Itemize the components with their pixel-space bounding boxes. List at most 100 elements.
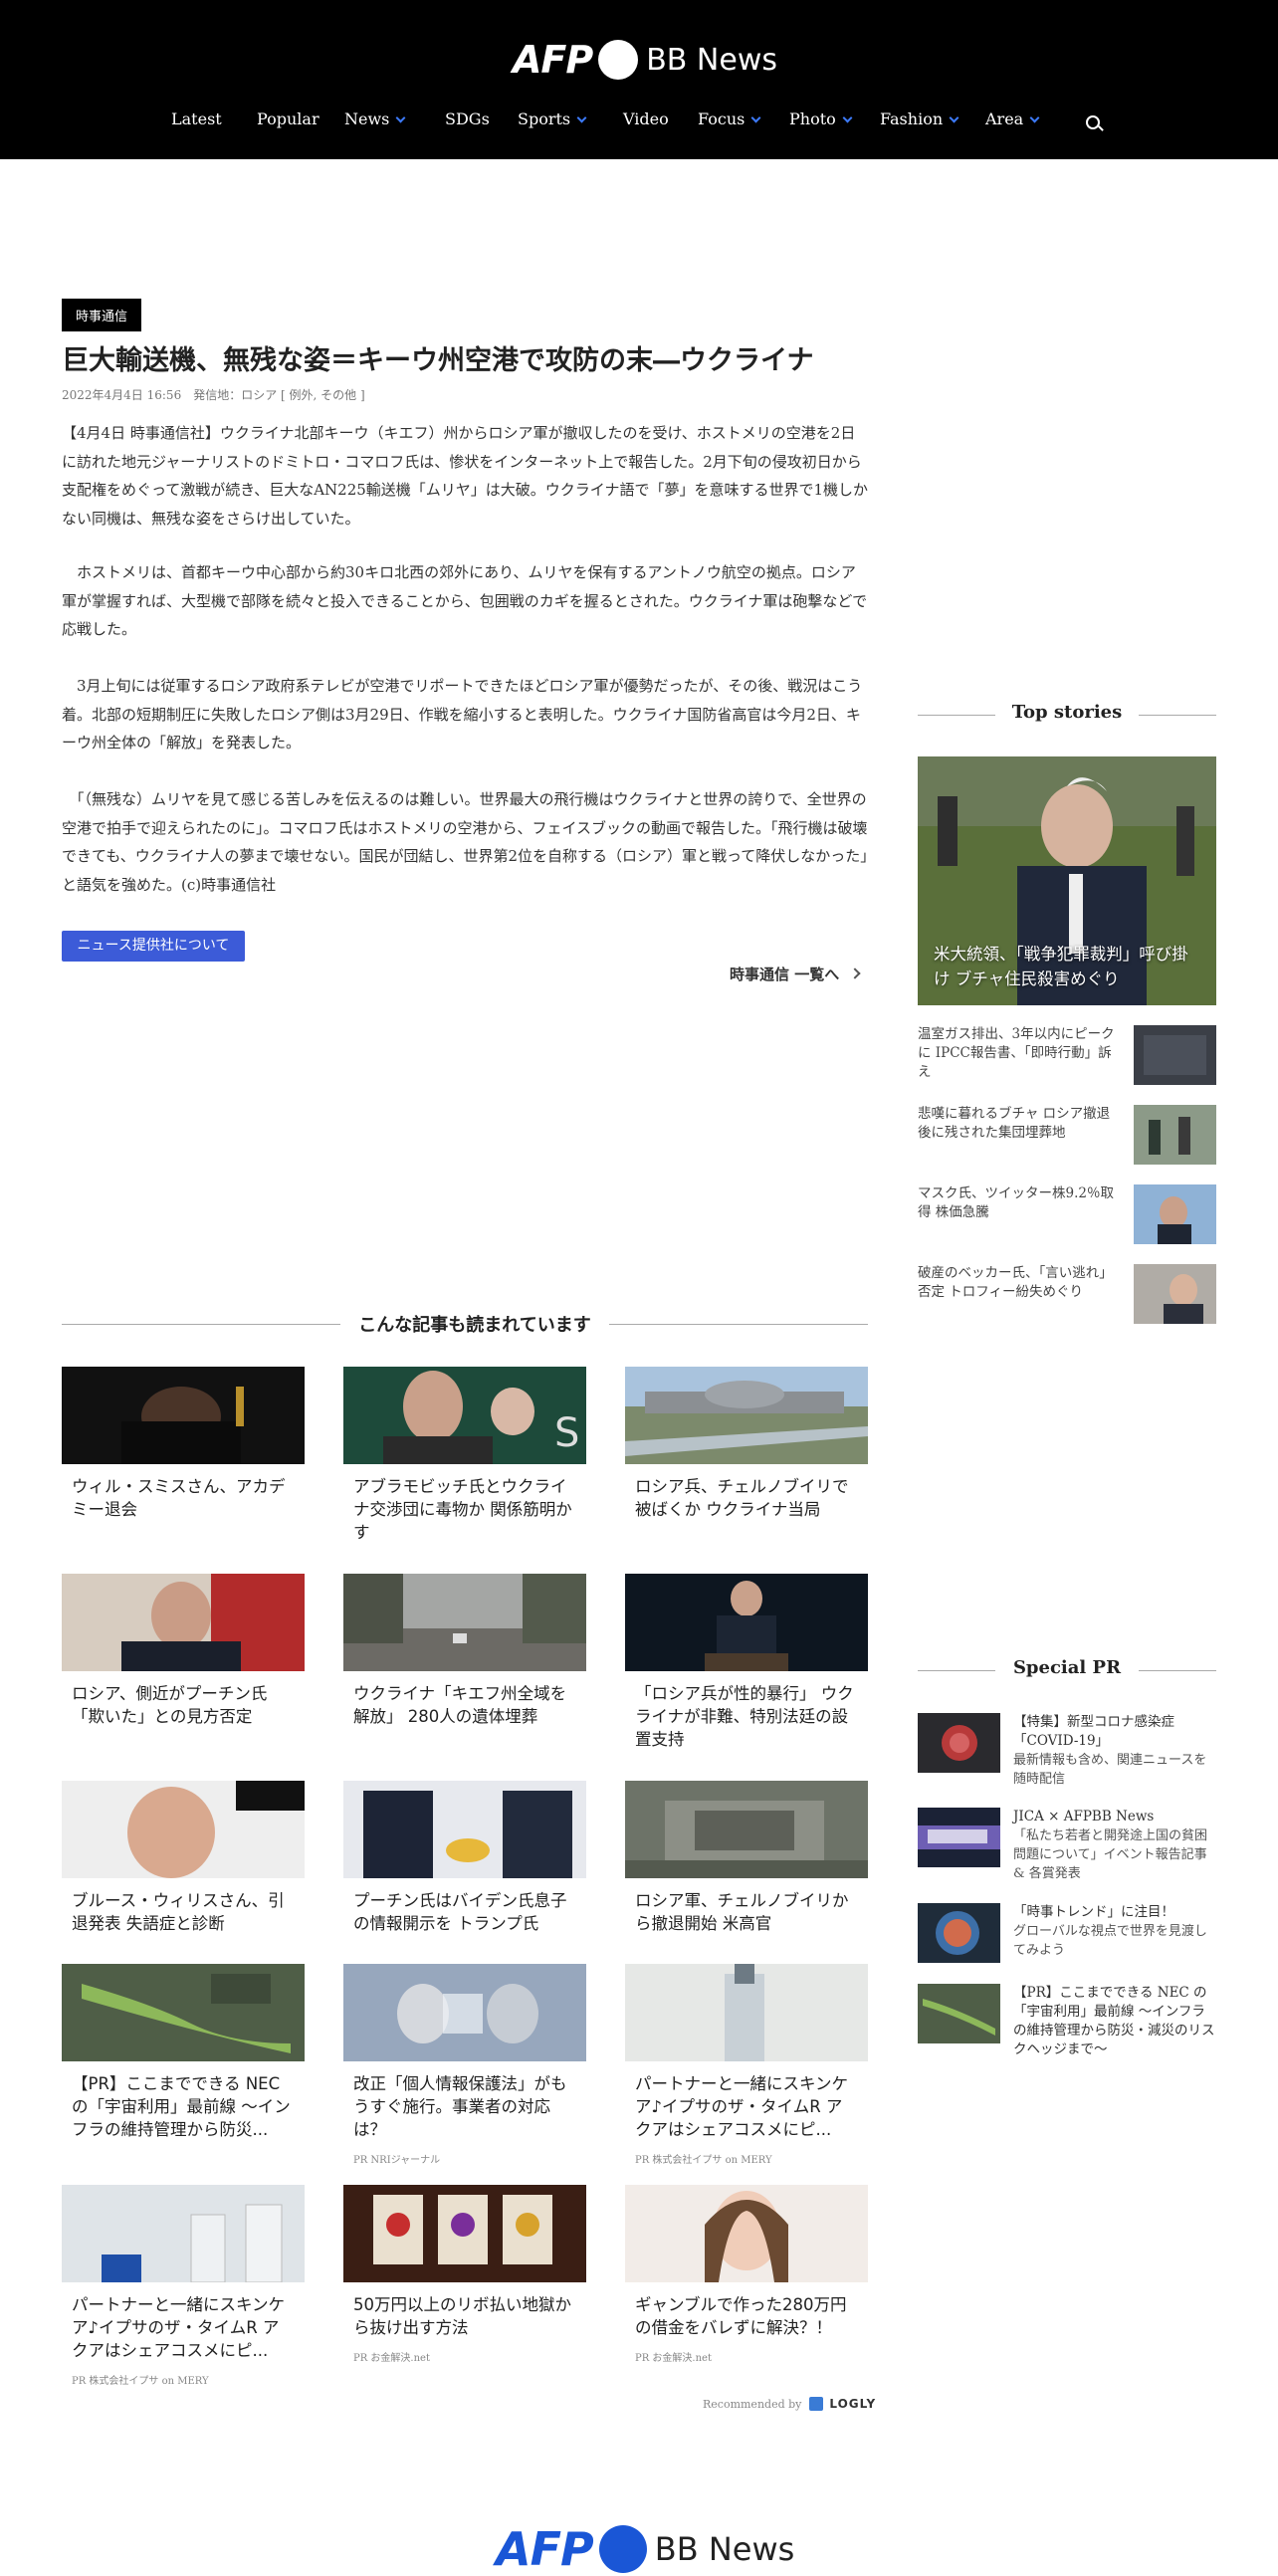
special-pr-item[interactable]: JICA × AFPBB News 「私たち若者と開発途上国の貧困問題について」イ…: [918, 1808, 1216, 1881]
chevron-down-icon: [1029, 112, 1040, 123]
related-card[interactable]: 「ロシア兵が性的暴行」 ウクライナが非難、特別法廷の設置支持: [625, 1574, 868, 1751]
recommended-by[interactable]: Recommended by LOGLY: [703, 2397, 876, 2411]
card-thumbnail: [625, 1964, 868, 2061]
top-story-thumbnail: [1134, 1105, 1216, 1165]
chevron-down-icon: [750, 112, 761, 123]
special-pr-item[interactable]: 【PR】ここまでできる NEC の「宇宙利用」最前線 ～インフラの維持管理から防…: [918, 1984, 1216, 2063]
card-title: ウクライナ「キエフ州全域を解放」 280人の遺体埋葬: [353, 1684, 567, 1726]
top-story-title: 温室ガス排出、3年以内にピークに IPCC報告書、「即時行動」訴え: [918, 1026, 1115, 1080]
card-title: ギャンブルで作った280万円の借金をバレずに解決？！: [635, 2295, 847, 2337]
nav-item-area[interactable]: Area: [985, 109, 1040, 128]
related-card[interactable]: プーチン氏はバイデン氏息子の情報開示を トランプ氏: [343, 1781, 586, 1935]
related-card[interactable]: ウクライナ「キエフ州全域を解放」 280人の遺体埋葬: [343, 1574, 586, 1728]
section-rule: [1139, 715, 1216, 716]
logo-afp-text: AFP: [513, 38, 593, 82]
related-card[interactable]: パートナーと一緒にスキンケア♪イプサのザ・タイムR アクアはシェアコスメにピ..…: [62, 2185, 305, 2387]
card-thumbnail: [343, 1574, 586, 1671]
card-title: ウィル・スミスさん、アカデミー退会: [72, 1477, 286, 1519]
card-thumbnail: [62, 1367, 305, 1464]
card-thumbnail: [625, 1574, 868, 1671]
logo-dot-icon: [598, 2525, 647, 2573]
card-thumbnail: [625, 1367, 868, 1464]
related-card[interactable]: ロシア兵、チェルノブイリで被ばくか ウクライナ当局: [625, 1367, 868, 1521]
related-card[interactable]: 50万円以上のリボ払い地獄から抜け出す方法 PR お金解決.net: [343, 2185, 586, 2364]
section-rule: [62, 1324, 340, 1325]
top-story-thumbnail: [1134, 1264, 1216, 1324]
top-story-item[interactable]: 悲嘆に暮れるブチャ ロシア撤退後に残された集団埋葬地: [918, 1105, 1216, 1165]
related-heading: こんな記事も読まれています: [358, 1315, 591, 1336]
nav-item-sports[interactable]: Sports: [518, 109, 587, 128]
card-thumbnail: [62, 1574, 305, 1671]
related-card[interactable]: 【PR】ここまでできる NEC の「宇宙利用」最前線 ～インフラの維持管理から防…: [62, 1964, 305, 2141]
special-pr-item[interactable]: 【特集】新型コロナ感染症「COVID-19」 最新情報も含め、関連ニュースを随時配…: [918, 1713, 1216, 1787]
related-card[interactable]: 改正「個人情報保護法」がもうすぐ施行。事業者の対応は？ PR NRIジャーナル: [343, 1964, 586, 2166]
nav-item-popular[interactable]: Popular: [257, 109, 320, 128]
card-thumbnail: S: [343, 1367, 586, 1464]
related-card[interactable]: ウィル・スミスさん、アカデミー退会: [62, 1367, 305, 1521]
related-card[interactable]: ブルース・ウィリスさん、引退発表 失語症と診断: [62, 1781, 305, 1935]
article-meta: 2022年4月4日 16:56 発信地：ロシア [ 例外, その他 ]: [62, 388, 365, 402]
card-thumbnail: [343, 2185, 586, 2282]
top-story-hero[interactable]: 米大統領、「戦争犯罪裁判」呼び掛け ブチャ住民殺害めぐり: [918, 756, 1216, 1005]
related-card[interactable]: パートナーと一緒にスキンケア♪イプサのザ・タイムR アクアはシェアコスメにピ..…: [625, 1964, 868, 2166]
nav-item-latest[interactable]: Latest: [171, 109, 222, 128]
source-list-link[interactable]: 時事通信 一覧へ: [730, 964, 859, 984]
chevron-down-icon: [395, 112, 406, 123]
logly-logo-icon: [809, 2397, 824, 2411]
pr-thumbnail: [918, 1808, 1000, 1867]
chevron-down-icon: [949, 112, 959, 123]
related-card[interactable]: ロシア軍、チェルノブイリから撤退開始 米高官: [625, 1781, 868, 1935]
card-source: PR 株式会社イプサ on MERY: [72, 2376, 209, 2387]
card-title: 【PR】ここまでできる NEC の「宇宙利用」最前線 ～インフラの維持管理から防…: [72, 2074, 291, 2139]
top-story-item[interactable]: 温室ガス排出、3年以内にピークに IPCC報告書、「即時行動」訴え: [918, 1025, 1216, 1085]
related-card[interactable]: S アブラモビッチ氏とウクライナ交渉団に毒物か 関係筋明かす: [343, 1367, 586, 1544]
pr-title: JICA × AFPBB News: [1013, 1809, 1155, 1825]
nav-label: Area: [985, 109, 1024, 128]
section-rule: [1139, 1670, 1216, 1671]
top-story-item[interactable]: マスク氏、ツイッター株9.2％取得 株価急騰: [918, 1184, 1216, 1244]
card-title: アブラモビッチ氏とウクライナ交渉団に毒物か 関係筋明かす: [353, 1477, 572, 1542]
related-card[interactable]: ロシア、側近がプーチン氏「欺いた」との見方否定: [62, 1574, 305, 1728]
card-title: ロシア、側近がプーチン氏「欺いた」との見方否定: [72, 1684, 268, 1726]
pr-thumbnail: [918, 1903, 1000, 1963]
provider-info-button[interactable]: ニュース提供社について: [62, 931, 245, 962]
special-pr-item[interactable]: 「時事トレンド」に注目！ グローバルな視点で世界を見渡してみよう: [918, 1903, 1216, 1965]
nav-item-video[interactable]: Video: [623, 109, 669, 128]
top-story-title: マスク氏、ツイッター株9.2％取得 株価急騰: [918, 1185, 1114, 1220]
chevron-down-icon: [842, 112, 853, 123]
nav-item-sdgs[interactable]: SDGs: [445, 109, 490, 128]
card-thumbnail: [625, 2185, 868, 2282]
nav-label: Focus: [698, 109, 746, 128]
nav-label: Photo: [789, 109, 836, 128]
nav-item-focus[interactable]: Focus: [698, 109, 761, 128]
site-logo[interactable]: AFP BB News: [513, 38, 777, 82]
top-story-title: 悲嘆に暮れるブチャ ロシア撤退後に残された集団埋葬地: [918, 1106, 1111, 1141]
nav-item-fashion[interactable]: Fashion: [880, 109, 959, 128]
top-story-item[interactable]: 破産のベッカー氏、「言い逃れ」否定 トロフィー紛失めぐり: [918, 1264, 1216, 1324]
footer-logo[interactable]: AFP BB News: [496, 2522, 794, 2576]
hero-caption: 米大統領、「戦争犯罪裁判」呼び掛け ブチャ住民殺害めぐり: [934, 945, 1188, 988]
card-title: ブルース・ウィリスさん、引退発表 失語症と診断: [72, 1891, 285, 1933]
nav-item-photo[interactable]: Photo: [789, 109, 853, 128]
special-pr-heading: Special PR: [1012, 1657, 1122, 1678]
search-icon[interactable]: [1086, 115, 1100, 129]
article-paragraph: 3月上旬には従軍するロシア政府系テレビが空港でリポートできたほどロシア軍が優勢だ…: [62, 677, 863, 751]
pr-text: 「時事トレンド」に注目！ グローバルな視点で世界を見渡してみよう: [1013, 1903, 1216, 1960]
nav-label: Sports: [518, 109, 571, 128]
card-source: PR 株式会社イプサ on MERY: [635, 2155, 772, 2166]
top-story-thumbnail: [1134, 1025, 1216, 1085]
nav-label: Fashion: [880, 109, 944, 128]
card-title: プーチン氏はバイデン氏息子の情報開示を トランプ氏: [353, 1891, 567, 1933]
card-title: 改正「個人情報保護法」がもうすぐ施行。事業者の対応は？: [353, 2074, 567, 2139]
pr-text: JICA × AFPBB News 「私たち若者と開発途上国の貧困問題について」イ…: [1013, 1808, 1216, 1883]
nav-label: Latest: [171, 109, 222, 128]
pr-subtitle: グローバルな視点で世界を見渡してみよう: [1013, 1924, 1207, 1958]
card-title: 「ロシア兵が性的暴行」 ウクライナが非難、特別法廷の設置支持: [635, 1684, 854, 1749]
logo-bb-text: BB News: [646, 42, 777, 78]
source-badge[interactable]: 時事通信: [62, 299, 142, 331]
logly-logo-text: LOGLY: [829, 2397, 877, 2411]
related-card[interactable]: ギャンブルで作った280万円の借金をバレずに解決？！ PR お金解決.net: [625, 2185, 868, 2364]
nav-item-news[interactable]: News: [344, 109, 406, 128]
article-paragraph: 「（無残な）ムリヤを見て感じる苦しみを伝えるのは難しい。世界最大の飛行機はウクラ…: [62, 790, 868, 894]
logo-afp-text: AFP: [496, 2522, 594, 2576]
